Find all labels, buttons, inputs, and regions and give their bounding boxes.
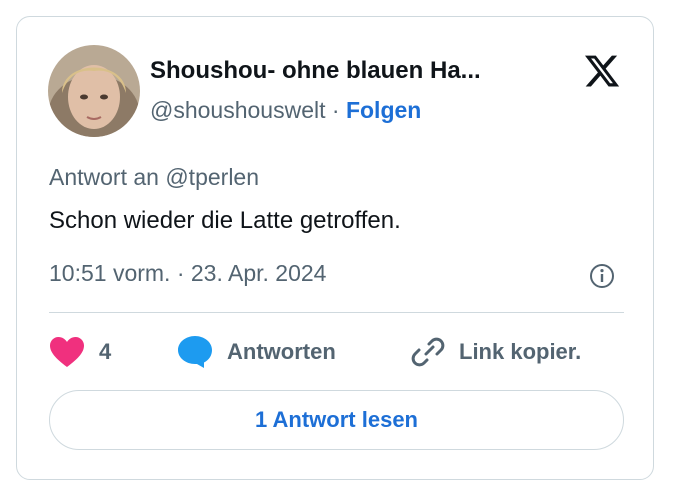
tweet-card: Shoushou- ohne blauen Ha... @shoushouswe…	[16, 16, 654, 480]
like-count: 4	[99, 339, 112, 364]
separator-dot: ·	[331, 97, 340, 123]
reply-button[interactable]: Antworten	[177, 335, 336, 369]
link-icon	[411, 337, 445, 367]
speech-bubble-icon	[178, 336, 212, 368]
reply-to-label[interactable]: Antwort an @tperlen	[49, 164, 259, 191]
author-name[interactable]: Shoushou- ohne blauen Ha...	[150, 57, 481, 85]
tweet-text: Schon wieder die Latte getroffen.	[49, 207, 401, 234]
avatar-image	[48, 45, 140, 137]
heart-icon	[50, 337, 84, 367]
x-logo-icon[interactable]	[582, 52, 622, 90]
copy-link-label: Link kopier.	[459, 339, 582, 364]
handle-row: @shoushouswelt · Folgen	[150, 97, 421, 124]
read-replies-button[interactable]: 1 Antwort lesen	[49, 390, 624, 450]
avatar[interactable]	[48, 45, 140, 137]
follow-button[interactable]: Folgen	[346, 97, 421, 123]
divider	[49, 312, 624, 313]
timestamp[interactable]: 10:51 vorm. · 23. Apr. 2024	[49, 260, 326, 287]
author-handle[interactable]: @shoushouswelt	[150, 97, 326, 123]
copy-link-button[interactable]: Link kopier.	[411, 335, 581, 369]
info-icon[interactable]	[589, 263, 615, 289]
like-button[interactable]: 4	[49, 335, 111, 369]
reply-label: Antworten	[227, 339, 336, 364]
